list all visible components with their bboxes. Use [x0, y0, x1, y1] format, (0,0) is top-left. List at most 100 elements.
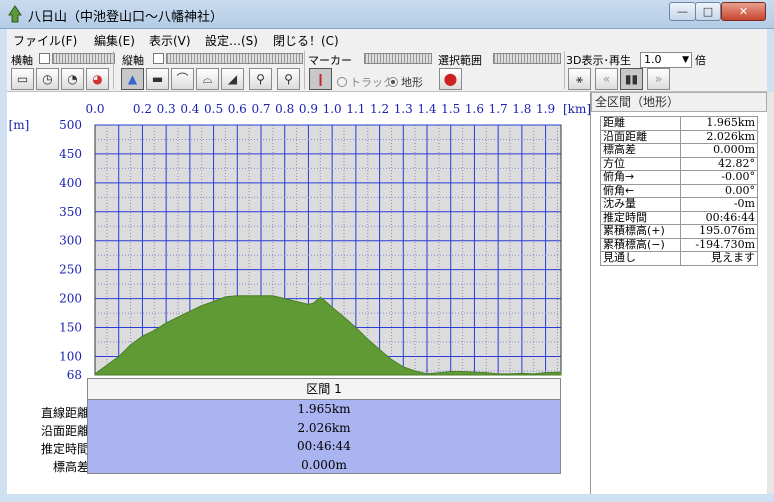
- summary-value: 見えます: [679, 251, 759, 266]
- y-tick-label: 350: [59, 205, 82, 219]
- y-axis-label: [m]: [9, 118, 30, 132]
- summary-value: 2.026km: [679, 129, 759, 144]
- summary-value: 0.00°: [679, 183, 759, 198]
- speed-value: 1.0: [644, 53, 662, 66]
- summary-row: 沿面距離 2.026km: [600, 129, 759, 144]
- clock-123-icon: ◔: [67, 72, 78, 86]
- menu-file[interactable]: ファイル(F): [13, 32, 77, 49]
- horizontal-axis-checkbox[interactable]: [39, 53, 50, 64]
- x-tick-label: 0.2: [133, 102, 152, 116]
- x-tick-label: 0.4: [180, 102, 199, 116]
- pie-icon: ◕: [92, 72, 103, 86]
- mountain-button[interactable]: ▲: [121, 68, 144, 90]
- menu-settings[interactable]: 設定…(S): [205, 32, 258, 49]
- y-tick-label: 200: [59, 292, 82, 306]
- y-tick-label: 68: [67, 368, 82, 382]
- radio-track[interactable]: トラック: [337, 74, 394, 90]
- slope-button[interactable]: ◢: [221, 68, 244, 90]
- vertical-axis-checkbox[interactable]: [153, 53, 164, 64]
- summary-value: 0.000m: [679, 143, 759, 158]
- summary-row: 累積標高(+) 195.076m: [600, 224, 759, 239]
- close-button[interactable]: ✕: [721, 2, 766, 21]
- summary-row: 標高差 0.000m: [600, 143, 759, 158]
- summary-label: 見通し: [600, 251, 681, 266]
- summary-label: 俯角→: [600, 170, 681, 185]
- arc-dots-button[interactable]: ⌓: [196, 68, 219, 90]
- marker-icon: ❙: [315, 72, 326, 86]
- section-header[interactable]: 区間 1: [87, 378, 561, 400]
- x-tick-label: 1.3: [394, 102, 413, 116]
- vertical-scrollbar[interactable]: [767, 92, 774, 494]
- y-tick-label: 250: [59, 263, 82, 277]
- mountain-icon: ▲: [127, 72, 138, 86]
- ruler-button[interactable]: ▭: [11, 68, 34, 90]
- flat-bar-button[interactable]: ▬: [146, 68, 169, 90]
- summary-label: 沿面距離: [600, 129, 681, 144]
- rewind-button[interactable]: «: [595, 68, 618, 90]
- marker-button[interactable]: ❙: [309, 68, 332, 90]
- y-tick-label: 450: [59, 147, 82, 161]
- speed-select[interactable]: 1.0 ▼: [640, 52, 692, 68]
- toolbar: 横軸 縦軸 マーカー 選択範囲 3D表示･再生 1.0 ▼ 倍 ▭ ◷ ◔ ◕ ▲…: [7, 49, 767, 92]
- pie-button[interactable]: ◕: [86, 68, 109, 90]
- horizontal-axis-slider[interactable]: [52, 53, 115, 64]
- summary-label: 標高差: [600, 143, 681, 158]
- x-tick-label: 0.9: [299, 102, 318, 116]
- walker2-button[interactable]: ⚲: [277, 68, 300, 90]
- radio-dot: [388, 77, 398, 87]
- toolbar-divider: [304, 51, 305, 89]
- window-title: 八日山（中池登山口～八幡神社）: [28, 10, 224, 25]
- maximize-button[interactable]: □: [695, 2, 721, 21]
- chevron-down-icon: ▼: [682, 55, 689, 65]
- x-tick-label: 0.5: [204, 102, 223, 116]
- pause-button[interactable]: ▮▮: [620, 68, 643, 90]
- walker-icon: ⚲: [256, 72, 265, 86]
- summary-value: 195.076m: [679, 224, 759, 239]
- summary-value: -0.00°: [679, 170, 759, 185]
- vertical-axis-label: 縦軸: [122, 54, 144, 67]
- vertical-axis-slider[interactable]: [166, 53, 303, 64]
- menu-edit[interactable]: 編集(E): [94, 32, 135, 49]
- menu-view[interactable]: 表示(V): [149, 32, 191, 49]
- summary-row: 推定時間 00:46:44: [600, 210, 759, 225]
- app-icon: [8, 5, 22, 23]
- y-tick-label: 100: [59, 349, 82, 363]
- forward-button[interactable]: »: [647, 68, 670, 90]
- menu-close[interactable]: 閉じる！(C): [273, 32, 339, 49]
- walker2-icon: ⚲: [284, 72, 293, 86]
- x-tick-label: 0.0: [85, 102, 104, 116]
- summary-label: 推定時間: [600, 210, 681, 225]
- summary-row: 累積標高(−) -194.730m: [600, 237, 759, 252]
- toolbar-divider: [113, 51, 114, 89]
- title-bar: 八日山（中池登山口～八幡神社） — □ ✕: [0, 0, 774, 29]
- radio-terrain[interactable]: 地形: [388, 74, 423, 90]
- pause-icon: ▮▮: [624, 72, 639, 86]
- clock-123-button[interactable]: ◔: [61, 68, 84, 90]
- view3d-label: 3D表示･再生: [566, 54, 631, 67]
- walker-button[interactable]: ⚲: [249, 68, 272, 90]
- x-tick-label: 1.4: [417, 102, 436, 116]
- select-icon: ⬤: [443, 72, 458, 86]
- x-tick-label: 1.1: [346, 102, 365, 116]
- horizontal-axis-label: 横軸: [11, 54, 33, 67]
- forward-icon: »: [654, 72, 663, 86]
- x-tick-label: 1.2: [370, 102, 389, 116]
- minimize-button[interactable]: —: [669, 2, 696, 21]
- row-label-surface-distance: 沿面距離: [40, 424, 89, 438]
- summary-value: 00:46:44: [679, 210, 759, 225]
- marker-slider[interactable]: [364, 53, 432, 64]
- section-direct-distance: 1.965km: [87, 400, 561, 419]
- selection-range-label: 選択範囲: [438, 54, 482, 67]
- summary-row: 俯角← 0.00°: [600, 183, 759, 198]
- arc-dots-icon: ⌓: [202, 72, 213, 86]
- summary-row: 俯角→ -0.00°: [600, 170, 759, 185]
- selection-range-slider[interactable]: [493, 53, 561, 64]
- compass-button[interactable]: ⚹: [568, 68, 591, 90]
- summary-header: 全区間（地形）: [591, 92, 767, 112]
- summary-value: 42.82°: [679, 156, 759, 171]
- x-axis-label: [km]: [563, 102, 590, 116]
- arc-button[interactable]: ⌒: [171, 68, 194, 90]
- clock-button[interactable]: ◷: [36, 68, 59, 90]
- select-range-button[interactable]: ⬤: [439, 68, 462, 90]
- y-tick-label: 300: [59, 234, 82, 248]
